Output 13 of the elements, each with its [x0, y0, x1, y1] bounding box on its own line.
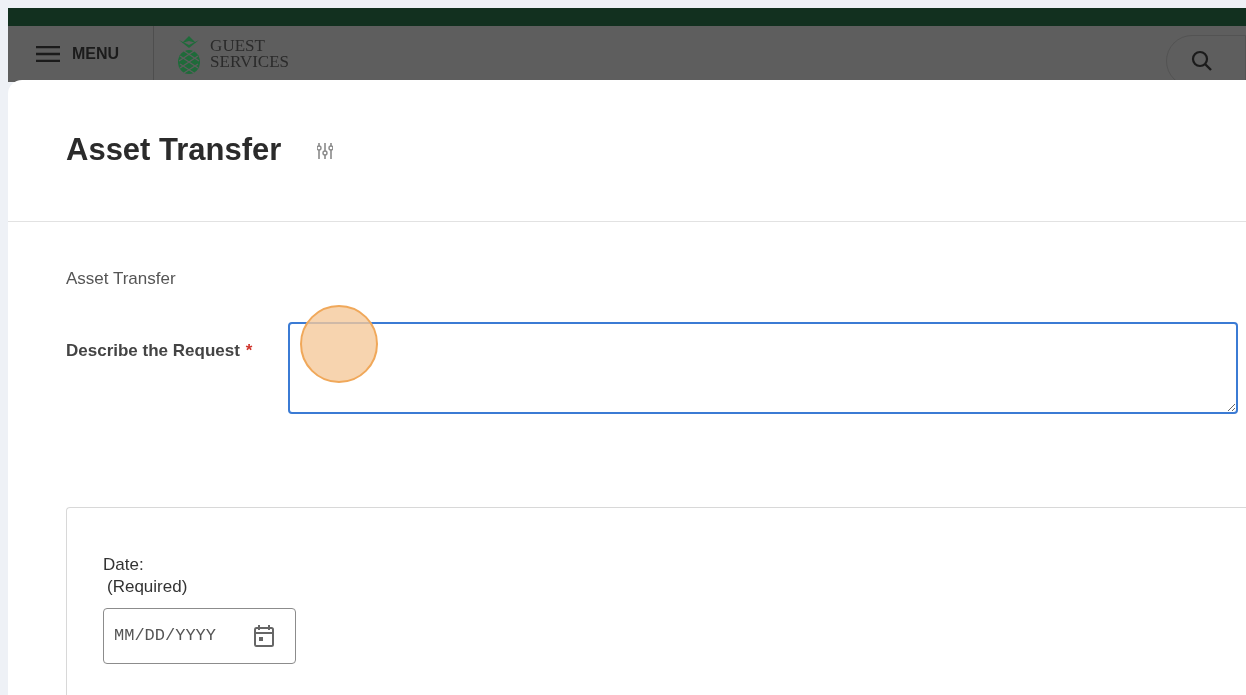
required-asterisk: *	[245, 339, 253, 362]
section-label: Asset Transfer	[65, 268, 177, 290]
field-label: Describe the Request	[66, 339, 240, 362]
date-label: Date:	[103, 553, 145, 576]
search-icon	[1191, 50, 1213, 72]
menu-icon	[36, 46, 60, 62]
required-note: (Required)	[106, 575, 189, 598]
request-text-area[interactable]	[288, 321, 1238, 414]
pineapple-logo-icon	[176, 34, 203, 74]
date-field[interactable]: MM/DD/YYYY	[103, 607, 296, 664]
sliders-icon[interactable]	[317, 141, 334, 160]
page-title: Asset Transfer	[66, 131, 282, 170]
calendar-icon[interactable]	[253, 623, 275, 648]
